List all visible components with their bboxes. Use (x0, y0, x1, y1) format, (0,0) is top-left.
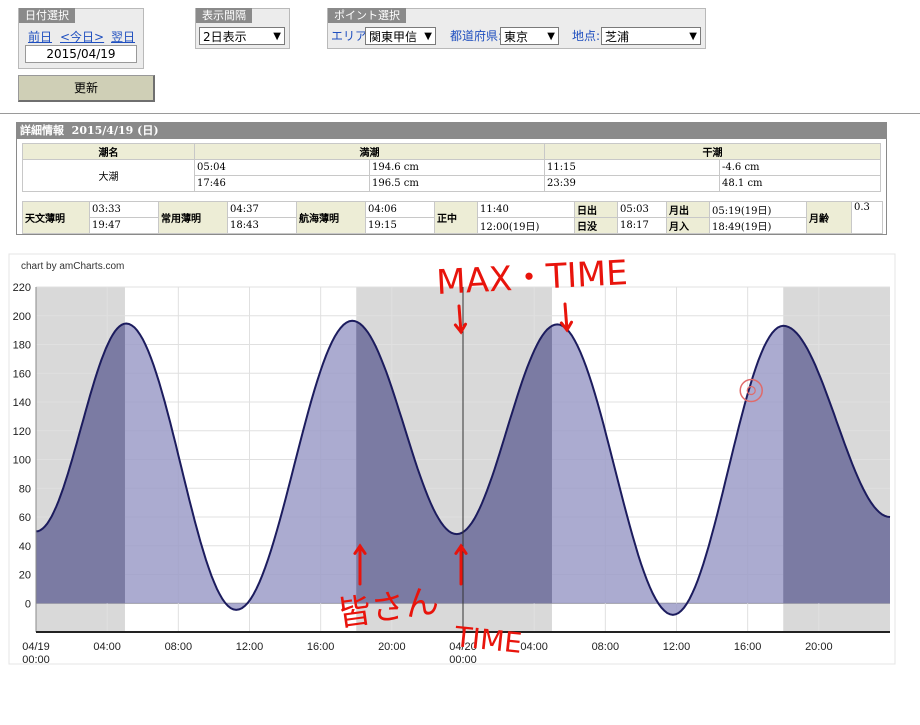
spot-value: 芝浦 (605, 30, 630, 44)
high-time: 17:46 (194, 175, 370, 192)
astro-twilight-end: 19:47 (89, 217, 159, 234)
prefecture-select[interactable]: 東京 ▼ (500, 27, 559, 45)
area-value: 関東甲信 (369, 30, 418, 44)
noon-label: 正中 (434, 201, 478, 234)
y-tick-label: 60 (19, 512, 31, 524)
y-tick-label: 180 (13, 340, 31, 352)
column-header: 干潮 (544, 143, 881, 160)
today-link[interactable]: <今日> (60, 28, 104, 45)
astro-twilight-label: 天文薄明 (22, 201, 90, 234)
y-tick-label: 160 (13, 368, 31, 380)
high-level: 194.6 cm (369, 159, 545, 176)
point-select-group: ポイント選択 エリア: 関東甲信 ▼ 都道府県: 東京 ▼ 地点: 芝浦 ▼ (327, 8, 706, 49)
moonset-value: 18:49(19日) (709, 217, 807, 234)
noon-value-1: 11:40 (477, 201, 575, 218)
tide-table: 潮名 満潮 干潮 大潮 05:04 194.6 cm 11:15 -4.6 cm… (22, 143, 881, 192)
x-tick-sublabel: 00:00 (22, 654, 50, 666)
moonrise-label: 月出 (666, 201, 710, 218)
spot-select[interactable]: 芝浦 ▼ (601, 27, 701, 45)
column-header: 満潮 (194, 143, 545, 160)
interval-group: 表示間隔 2日表示 ▼ (195, 8, 290, 49)
noon-value-2: 12:00(19日) (477, 217, 575, 234)
x-tick-label: 08:00 (165, 641, 193, 653)
x-tick-label: 16:00 (734, 641, 762, 653)
date-select-title: 日付選択 (19, 8, 75, 23)
table-row: 潮名 満潮 干潮 (22, 143, 881, 160)
x-tick-label: 20:00 (805, 641, 833, 653)
x-tick-label: 04:00 (93, 641, 121, 653)
tide-name: 大潮 (22, 159, 195, 192)
low-time: 11:15 (544, 159, 720, 176)
interval-title: 表示間隔 (196, 8, 252, 23)
update-button[interactable]: 更新 (18, 75, 155, 102)
sun-moon-table: 天文薄明 03:33 常用薄明 04:37 航海薄明 04:06 正中 11:4… (22, 201, 883, 234)
y-tick-label: 120 (13, 426, 31, 438)
chevron-down-icon: ▼ (689, 31, 697, 42)
y-tick-label: 80 (19, 483, 31, 495)
interval-select[interactable]: 2日表示 ▼ (199, 27, 285, 45)
y-tick-label: 0 (25, 598, 31, 610)
details-title-label: 詳細情報 (20, 124, 64, 137)
x-tick-label: 04:00 (520, 641, 548, 653)
low-time: 23:39 (544, 175, 720, 192)
high-level: 196.5 cm (369, 175, 545, 192)
sunset-value: 18:17 (617, 217, 667, 234)
y-tick-label: 40 (19, 541, 31, 553)
prefecture-label: 都道府県: (450, 29, 503, 43)
chevron-down-icon: ▼ (273, 31, 281, 42)
civil-twilight-label: 常用薄明 (158, 201, 228, 234)
chart-credit: chart by amCharts.com (21, 261, 124, 272)
high-time: 05:04 (194, 159, 370, 176)
divider (0, 113, 920, 114)
y-tick-label: 200 (13, 311, 31, 323)
table-row: 大潮 05:04 194.6 cm 11:15 -4.6 cm (22, 159, 881, 192)
prev-day-link[interactable]: 前日 (28, 28, 52, 45)
x-tick-sublabel: 00:00 (449, 654, 477, 666)
chevron-down-icon: ▼ (547, 31, 555, 42)
nautical-twilight-end: 19:15 (365, 217, 435, 234)
low-level: -4.6 cm (719, 159, 881, 176)
x-tick-label: 12:00 (236, 641, 264, 653)
details-date: 2015/4/19 (日) (71, 124, 159, 137)
nautical-twilight-label: 航海薄明 (296, 201, 366, 234)
date-value: 2015/04/19 (46, 47, 116, 61)
column-header: 潮名 (22, 143, 195, 160)
y-tick-label: 140 (13, 397, 31, 409)
area-select[interactable]: 関東甲信 ▼ (365, 27, 436, 45)
nautical-twilight-start: 04:06 (365, 201, 435, 218)
next-day-link[interactable]: 翌日 (111, 28, 135, 45)
x-tick-label: 20:00 (378, 641, 406, 653)
details-panel: 詳細情報 2015/4/19 (日) 潮名 満潮 干潮 大潮 05:04 194… (16, 122, 887, 235)
tide-chart-svg[interactable]: chart by amCharts.com 0 20 40 60 80 100 120 140… (8, 253, 896, 666)
civil-twilight-end: 18:43 (227, 217, 297, 234)
date-select-group: 日付選択 前日 <今日> 翌日 2015/04/19 (18, 8, 144, 69)
date-field[interactable]: 2015/04/19 (25, 45, 137, 63)
astro-twilight-start: 03:33 (89, 201, 159, 218)
y-tick-label: 20 (19, 570, 31, 582)
moon-age-label: 月齢 (806, 201, 852, 234)
civil-twilight-start: 04:37 (227, 201, 297, 218)
x-tick-label: 16:00 (307, 641, 335, 653)
sunrise-label: 日出 (574, 201, 618, 218)
table-row: 天文薄明 03:33 常用薄明 04:37 航海薄明 04:06 正中 11:4… (22, 201, 883, 234)
low-level: 48.1 cm (719, 175, 881, 192)
sunset-label: 日没 (574, 217, 618, 234)
sunrise-value: 05:03 (617, 201, 667, 218)
spot-label: 地点: (572, 29, 601, 43)
prefecture-value: 東京 (504, 30, 529, 44)
x-tick-label: 12:00 (663, 641, 691, 653)
x-tick-label: 04/19 (22, 641, 50, 653)
details-title: 詳細情報 2015/4/19 (日) (17, 123, 886, 139)
moon-age-value: 0.3 (851, 201, 883, 234)
tide-chart[interactable]: chart by amCharts.com 0 20 40 60 80 100 120 140… (8, 253, 896, 666)
y-tick-label: 100 (13, 455, 31, 467)
moonset-label: 月入 (666, 217, 710, 234)
y-tick-label: 220 (13, 282, 31, 294)
chevron-down-icon: ▼ (424, 31, 432, 42)
moonrise-value: 05:19(19日) (709, 201, 807, 218)
interval-value: 2日表示 (203, 30, 247, 44)
point-select-title: ポイント選択 (328, 8, 406, 23)
x-tick-label: 08:00 (592, 641, 620, 653)
